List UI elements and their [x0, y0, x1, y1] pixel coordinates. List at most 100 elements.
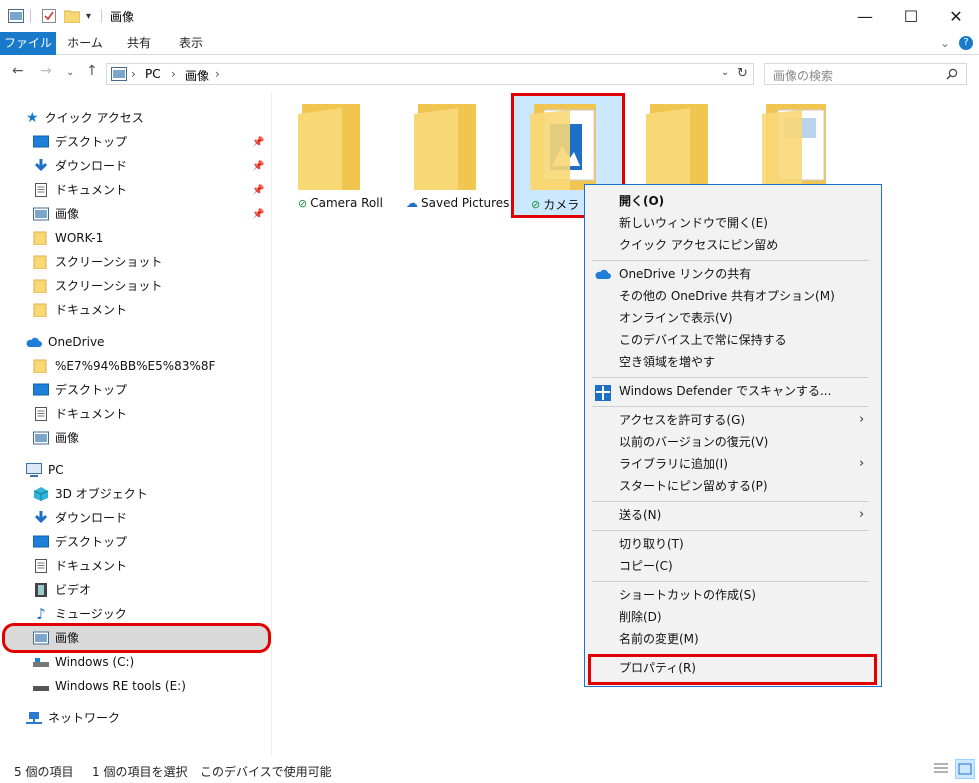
- pictures-location-icon: [111, 67, 127, 81]
- qat-dropdown-icon[interactable]: ▾: [86, 6, 91, 26]
- context-menu-item[interactable]: 削除(D): [619, 607, 662, 627]
- folder-icon: [33, 231, 47, 245]
- context-menu-item[interactable]: 名前の変更(M): [619, 629, 699, 649]
- context-menu-item[interactable]: 新しいウィンドウで開く(E): [619, 213, 768, 233]
- search-box[interactable]: 画像の検索: [764, 63, 967, 85]
- menu-separator: [592, 260, 869, 261]
- context-menu-item[interactable]: アクセスを許可する(G): [619, 410, 745, 430]
- context-menu-item[interactable]: ショートカットの作成(S): [619, 585, 756, 605]
- context-menu-item[interactable]: 送る(N): [619, 505, 661, 525]
- large-icons-view-icon[interactable]: [955, 759, 975, 779]
- folder-camera-roll[interactable]: [298, 104, 364, 193]
- tab-view[interactable]: 表示: [168, 32, 214, 55]
- nav-item-screenshot[interactable]: スクリーンショット: [33, 251, 162, 273]
- nav-quick-access[interactable]: ★ クイック アクセス: [26, 107, 144, 129]
- back-arrow-icon[interactable]: ←: [12, 63, 24, 79]
- nav-label: ダウンロード: [55, 159, 128, 173]
- context-menu-item[interactable]: 以前のバージョンの復元(V): [619, 432, 768, 452]
- context-menu-item[interactable]: その他の OneDrive 共有オプション(M): [619, 286, 835, 306]
- folder-4[interactable]: [646, 104, 712, 187]
- pin-icon[interactable]: 📌: [252, 161, 264, 172]
- nav-item-desktop[interactable]: デスクトップ: [33, 131, 127, 153]
- pin-icon[interactable]: 📌: [252, 209, 264, 220]
- address-bar[interactable]: › PC › 画像 › ⌄ ↻: [106, 63, 754, 85]
- context-menu-item[interactable]: 空き領域を増やす: [619, 352, 715, 372]
- folder-label-saved-pictures[interactable]: ☁ Saved Pictures: [406, 196, 509, 210]
- tab-home[interactable]: ホーム: [62, 32, 108, 55]
- context-menu-item[interactable]: クイック アクセスにピン留め: [619, 235, 778, 255]
- nav-label: 画像: [55, 207, 80, 221]
- nav-label: ドキュメント: [55, 559, 128, 573]
- nav-item-pc-desktop[interactable]: デスクトップ: [33, 531, 127, 553]
- nav-item-pictures[interactable]: 画像: [33, 203, 79, 225]
- nav-item-documents[interactable]: ドキュメント: [33, 179, 127, 201]
- nav-item-onedrive-pictures[interactable]: 画像: [33, 427, 79, 449]
- nav-item-encoded-folder[interactable]: %E7%94%BB%E5%83%8F: [33, 355, 215, 377]
- refresh-icon[interactable]: ↻: [737, 66, 748, 81]
- forward-arrow-icon[interactable]: →: [40, 63, 52, 79]
- folder-label-camera-roll[interactable]: ⊘ Camera Roll: [298, 196, 383, 210]
- nav-pc[interactable]: PC: [26, 459, 64, 481]
- breadcrumb-pc[interactable]: PC: [145, 67, 161, 81]
- details-view-icon[interactable]: [933, 761, 949, 780]
- breadcrumb-separator-icon: ›: [131, 67, 136, 81]
- nav-network[interactable]: ネットワーク: [26, 707, 120, 729]
- nav-label: ドキュメント: [55, 407, 128, 421]
- search-icon[interactable]: [946, 68, 958, 80]
- document-icon: [35, 183, 47, 197]
- properties-qat-icon[interactable]: [42, 6, 56, 26]
- nav-label: 画像: [55, 431, 80, 445]
- nav-item-drive-e[interactable]: Windows RE tools (E:): [33, 675, 186, 697]
- nav-item-pc-downloads[interactable]: ダウンロード: [33, 507, 127, 529]
- submenu-arrow-icon: ›: [859, 456, 865, 471]
- context-menu-item[interactable]: 開く(O): [619, 191, 664, 211]
- tab-file[interactable]: ファイル: [0, 32, 56, 55]
- tab-share[interactable]: 共有: [116, 32, 162, 55]
- breadcrumb-pictures[interactable]: 画像: [185, 67, 209, 84]
- availability-status: このデバイスで使用可能: [200, 765, 332, 779]
- address-dropdown-icon[interactable]: ⌄: [721, 67, 729, 78]
- nav-onedrive[interactable]: OneDrive: [26, 331, 104, 353]
- nav-item-video[interactable]: ビデオ: [33, 579, 91, 601]
- star-icon: ★: [26, 110, 39, 126]
- nav-item-documents-folder[interactable]: ドキュメント: [33, 299, 127, 321]
- nav-label: 3D オブジェクト: [55, 487, 148, 501]
- pin-icon[interactable]: 📌: [252, 185, 264, 196]
- nav-item-onedrive-desktop[interactable]: デスクトップ: [33, 379, 127, 401]
- context-menu-item[interactable]: オンラインで表示(V): [619, 308, 733, 328]
- folder-saved-pictures[interactable]: [414, 104, 480, 193]
- nav-item-screenshot-2[interactable]: スクリーンショット: [33, 275, 162, 297]
- download-icon: [34, 511, 48, 524]
- context-menu-item[interactable]: Windows Defender でスキャンする...: [619, 381, 831, 401]
- menu-separator: [592, 501, 869, 502]
- search-input[interactable]: 画像の検索: [773, 67, 833, 84]
- context-menu-item[interactable]: コピー(C): [619, 556, 673, 576]
- context-menu-item[interactable]: OneDrive リンクの共有: [619, 264, 751, 284]
- nav-item-downloads[interactable]: ダウンロード: [33, 155, 127, 177]
- context-menu-item[interactable]: このデバイス上で常に保持する: [619, 330, 787, 350]
- nav-item-pc-documents[interactable]: ドキュメント: [33, 555, 127, 577]
- maximize-button[interactable]: ☐: [888, 0, 934, 32]
- pin-icon[interactable]: 📌: [252, 137, 264, 148]
- folder-icon: [298, 104, 360, 190]
- new-folder-qat-icon[interactable]: [64, 6, 80, 26]
- qat-divider: [30, 9, 31, 23]
- nav-item-3d-objects[interactable]: 3D オブジェクト: [33, 483, 148, 505]
- nav-item-onedrive-documents[interactable]: ドキュメント: [33, 403, 127, 425]
- context-menu-item[interactable]: 切り取り(T): [619, 534, 684, 554]
- minimize-button[interactable]: —: [842, 0, 888, 32]
- context-menu-item[interactable]: ライブラリに追加(I): [619, 454, 728, 474]
- nav-item-drive-c[interactable]: Windows (C:): [33, 651, 134, 673]
- folder-5[interactable]: [762, 104, 830, 187]
- context-menu-item[interactable]: スタートにピン留めする(P): [619, 476, 768, 496]
- nav-item-music[interactable]: ♪ ミュージック: [33, 603, 127, 625]
- help-icon[interactable]: ?: [959, 36, 973, 50]
- nav-item-work-1[interactable]: WORK-1: [33, 227, 103, 249]
- 3d-objects-icon: [33, 487, 49, 501]
- ribbon-expand-icon[interactable]: ⌄: [940, 36, 950, 50]
- recent-locations-icon[interactable]: ⌄: [66, 67, 74, 78]
- qat-divider-2: [101, 9, 102, 23]
- nav-label: デスクトップ: [55, 535, 128, 549]
- up-arrow-icon[interactable]: ↑: [86, 63, 98, 79]
- close-button[interactable]: ✕: [933, 0, 979, 32]
